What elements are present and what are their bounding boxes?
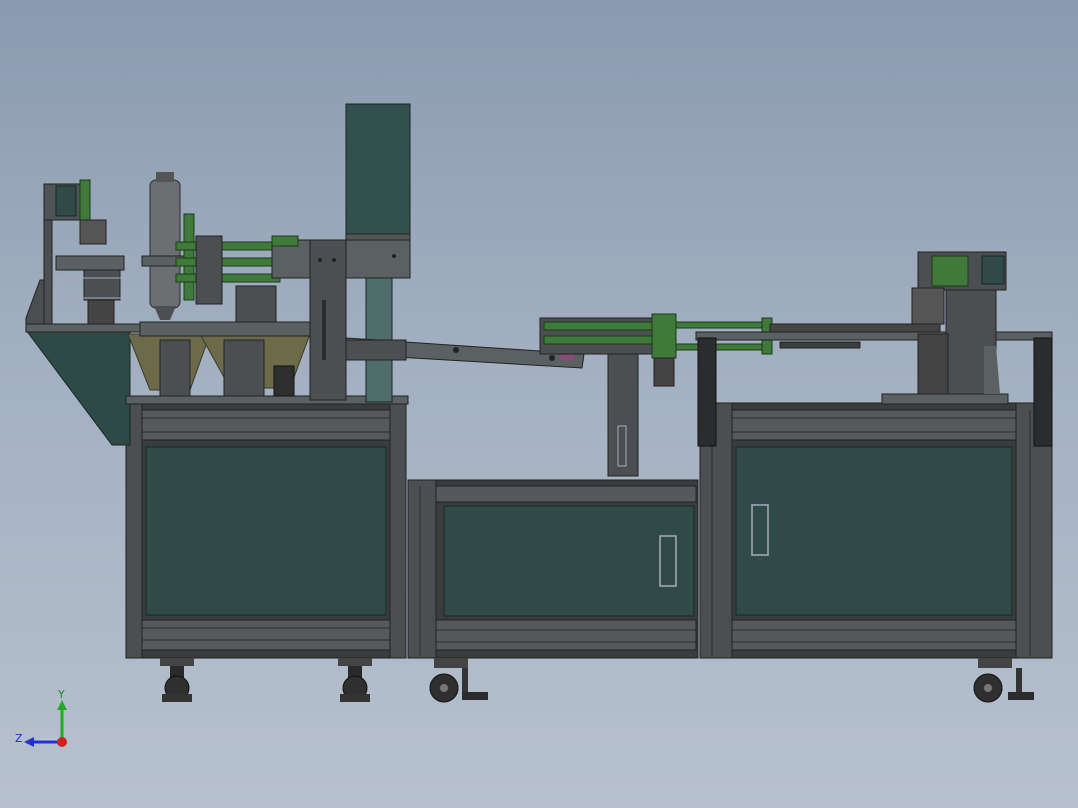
middle-cabinet[interactable] — [407, 479, 699, 659]
left-cabinet[interactable] — [125, 402, 407, 659]
right-cabinet[interactable] — [699, 402, 1053, 659]
z-axis-label: Z — [15, 732, 23, 745]
middle-door-panel — [443, 505, 695, 617]
machine-assembly-model[interactable] — [0, 0, 1078, 808]
coordinate-triad-icon — [24, 700, 67, 747]
cad-viewport[interactable]: Y Z — [0, 0, 1078, 808]
left-station[interactable] — [43, 179, 125, 325]
casters — [160, 658, 1034, 703]
right-door-panel — [735, 446, 1013, 616]
left-door-panel — [145, 446, 387, 616]
pneumatic-cylinders-left[interactable] — [175, 213, 281, 323]
feed-hoppers[interactable] — [127, 321, 321, 397]
right-station[interactable] — [911, 251, 1007, 395]
y-axis-label: Y — [58, 688, 65, 701]
servo-motor — [345, 103, 411, 239]
